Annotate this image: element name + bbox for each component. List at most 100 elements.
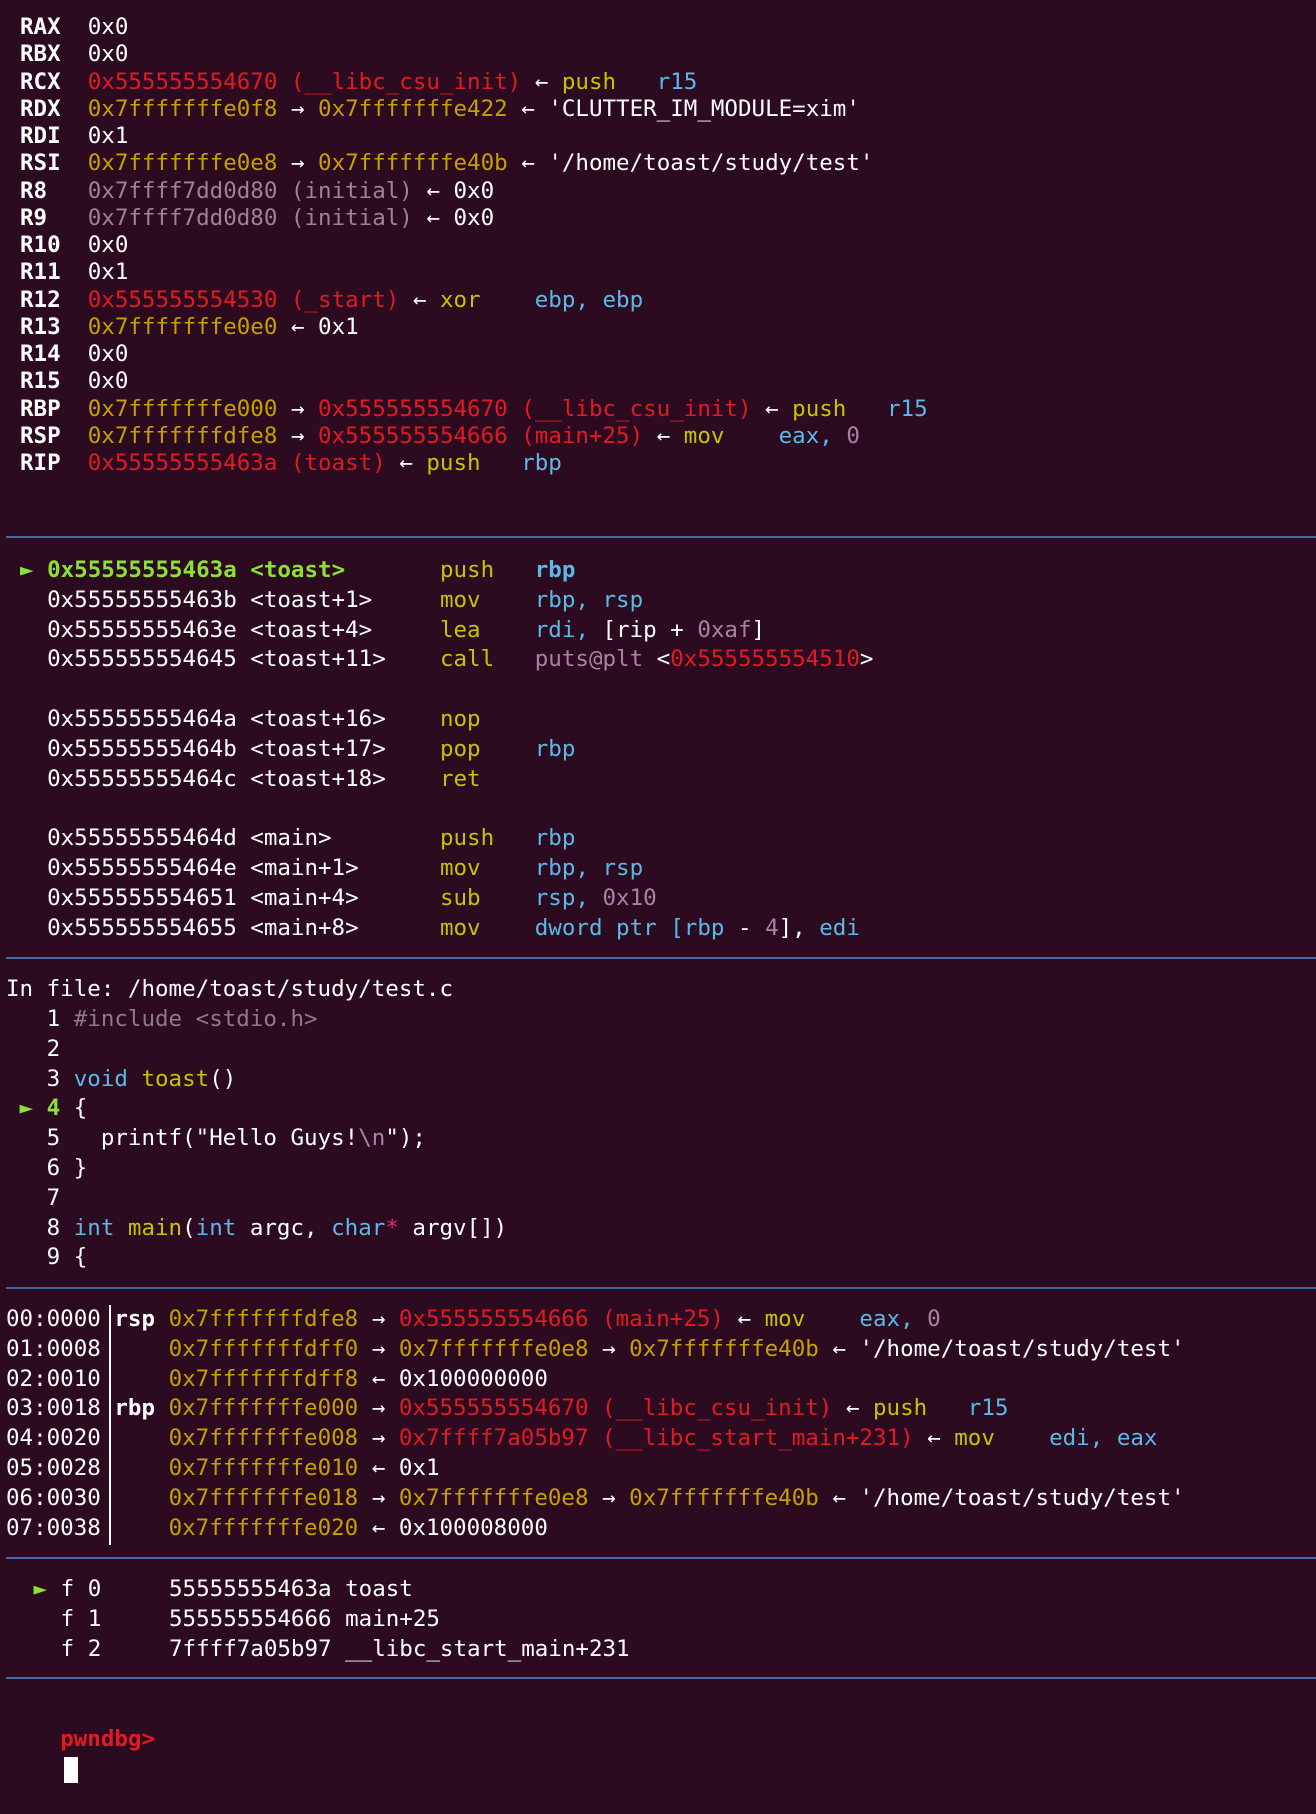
disassembly-line: 0x555555554645 <toast+11> call puts@plt … (20, 644, 873, 674)
register-line: RDX 0x7fffffffe0f8 → 0x7fffffffe422 ← 'C… (20, 94, 860, 124)
stack-line-token: 0x7fffffffe40b (629, 1484, 819, 1511)
register-line-token: 0x55555555463a (toast) (60, 450, 386, 476)
register-line-token: RCX (20, 68, 61, 95)
stack-line-token: 0x7fffffffdff0 (168, 1335, 359, 1362)
disassembly-line-token: mov (439, 914, 481, 941)
source-line-token: ► (6, 1095, 47, 1122)
register-line-token: 0x7fffffffe0e8 (60, 150, 278, 177)
stack-line-token: ← 0x100008000 (358, 1514, 548, 1541)
register-line-token: R11 (20, 259, 61, 286)
register-line: RDI 0x1 (20, 121, 128, 151)
register-line-token: push (426, 450, 481, 476)
stack-line: 04:0020 0x7fffffffe008 → 0x7ffff7a05b97 … (6, 1423, 1157, 1453)
disassembly-line-token: rbp (480, 735, 576, 762)
disassembly-line-token: sub (439, 884, 481, 911)
disassembly-line-token: ], (778, 914, 820, 941)
register-line-token: RIP (20, 450, 61, 476)
source-line-token: "); (385, 1125, 426, 1152)
disassembly-line: 0x55555555464b <toast+17> pop rbp (20, 734, 575, 764)
register-line-token: R13 (20, 313, 61, 340)
stack-line-token: ← 0x100000000 (358, 1365, 548, 1392)
stack-line-token: → (358, 1335, 399, 1362)
disassembly-line-token: 0x55555555463b <toast+1> (20, 586, 440, 613)
disassembly-line-token: 0x10 (602, 884, 657, 911)
stack-line: 00:0000 rsp 0x7fffffffdfe8 → 0x555555554… (6, 1304, 941, 1334)
register-line-token: ← (751, 395, 793, 422)
register-line-token: rbp (480, 450, 562, 476)
register-line-token: mov (683, 422, 725, 449)
section-separator (6, 1557, 1316, 1559)
stack-line-token: r15 (927, 1395, 1009, 1422)
register-line-token: push (792, 395, 847, 422)
register-line-token: → (277, 395, 319, 422)
register-line-token: RDI (20, 123, 61, 149)
stack-line-token: 0x7fffffffe018 (168, 1484, 359, 1511)
backtrace-line-token: f 2 7ffff7a05b97 __libc_start_main+231 (20, 1635, 630, 1662)
register-line-token: 0x7fffffffe0f8 (60, 95, 278, 122)
register-line-token: 0x0 (60, 41, 129, 68)
backtrace-line-token: ► (20, 1576, 48, 1602)
stack-line-token: 0x7fffffffdff8 (168, 1365, 359, 1392)
register-line-token: R8 (20, 177, 61, 204)
stack-line-token: rsp (114, 1306, 169, 1332)
register-line-token: RDX (20, 95, 61, 122)
register-line-token: 0x7fffffffe000 (60, 395, 278, 422)
disassembly-line-token: rbp (494, 825, 576, 852)
stack-line-token: ← (913, 1425, 955, 1452)
stack-line-token: 0x7fffffffe008 (168, 1425, 359, 1452)
register-line: R11 0x1 (20, 257, 128, 287)
register-line-token: 0x1 (60, 259, 129, 286)
command-prompt-line[interactable]: pwndbg> (6, 1694, 155, 1783)
source-line: 1 #include <stdio.h> (6, 1004, 318, 1034)
register-line: R9 0x7ffff7dd0d80 (initial) ← 0x0 (20, 203, 494, 233)
source-line-token: toast (141, 1065, 210, 1092)
source-line: 3 void toast() (6, 1064, 237, 1094)
register-line-token: → (277, 150, 319, 177)
register-line-token: ← 0x1 (277, 313, 359, 340)
disassembly-line-token: 0x55555555463a <toast> (47, 557, 440, 583)
disassembly-line-token: nop (439, 706, 481, 732)
disassembly-line-token: mov (439, 586, 481, 613)
register-line-token: RSP (20, 422, 61, 449)
register-line: RBP 0x7fffffffe000 → 0x555555554670 (__l… (20, 394, 928, 424)
stack-line-token: 00:0000 (6, 1306, 115, 1332)
source-line: 6 } (6, 1153, 88, 1183)
register-line-token: 0x7fffffffe40b (318, 150, 508, 177)
section-separator (6, 957, 1316, 959)
source-line-token: #include <stdio.h> (73, 1006, 318, 1032)
register-line-token: 0x7fffffffe422 (318, 95, 508, 122)
register-line-token: 0x7fffffffe0e0 (60, 313, 278, 340)
source-line-token: int (73, 1214, 115, 1241)
source-line-token (128, 1066, 142, 1092)
source-line-token: 6 } (6, 1155, 88, 1181)
disassembly-line-token: puts@plt (534, 646, 644, 673)
register-line-token: ← '/home/toast/study/test' (507, 150, 874, 177)
disassembly-line: 0x55555555464e <main+1> mov rbp, rsp (20, 853, 643, 883)
register-line-token: ← (399, 286, 440, 313)
disassembly-line-token: 0x55555555464a <toast+16> (20, 706, 440, 732)
stack-line-token: 0x7fffffffe020 (168, 1514, 359, 1541)
register-line-token: 0x7ffff7dd0d80 (initial) (60, 177, 413, 204)
disassembly-line: 0x55555555464c <toast+18> ret (20, 764, 481, 794)
stack-line-token: ← '/home/toast/study/test' (818, 1484, 1185, 1511)
source-line-token: main (127, 1214, 183, 1241)
text-cursor[interactable] (64, 1756, 79, 1783)
stack-divider (109, 1305, 111, 1545)
register-line-token: RAX (20, 14, 61, 40)
disassembly-line-token: edi (819, 914, 860, 941)
backtrace-line-token: f 0 55555555463a toast (47, 1576, 413, 1602)
register-line-token: RBX (20, 41, 61, 68)
disassembly-line-token (494, 646, 535, 672)
stack-line-token: ← (832, 1395, 873, 1422)
register-line-token: 0x0 (60, 368, 129, 395)
stack-line: 07:0038 0x7fffffffe020 ← 0x100008000 (6, 1513, 548, 1543)
disassembly-line-token: 0x55555555463e <toast+4> (20, 616, 440, 643)
register-line-token: R14 (20, 341, 61, 367)
stack-line-token: 0x7fffffffe0e8 (398, 1484, 589, 1511)
disassembly-line-token: 0xaf (697, 616, 752, 643)
stack-line-token: 0x7ffff7a05b97 (__libc_start_main+231) (398, 1425, 914, 1452)
disassembly-line-token: < (643, 646, 671, 673)
stack-line-token: 0x7fffffffdfe8 (168, 1306, 359, 1332)
disassembly-line-token: rbp (683, 914, 725, 941)
stack-line-token: 0 (927, 1306, 941, 1332)
